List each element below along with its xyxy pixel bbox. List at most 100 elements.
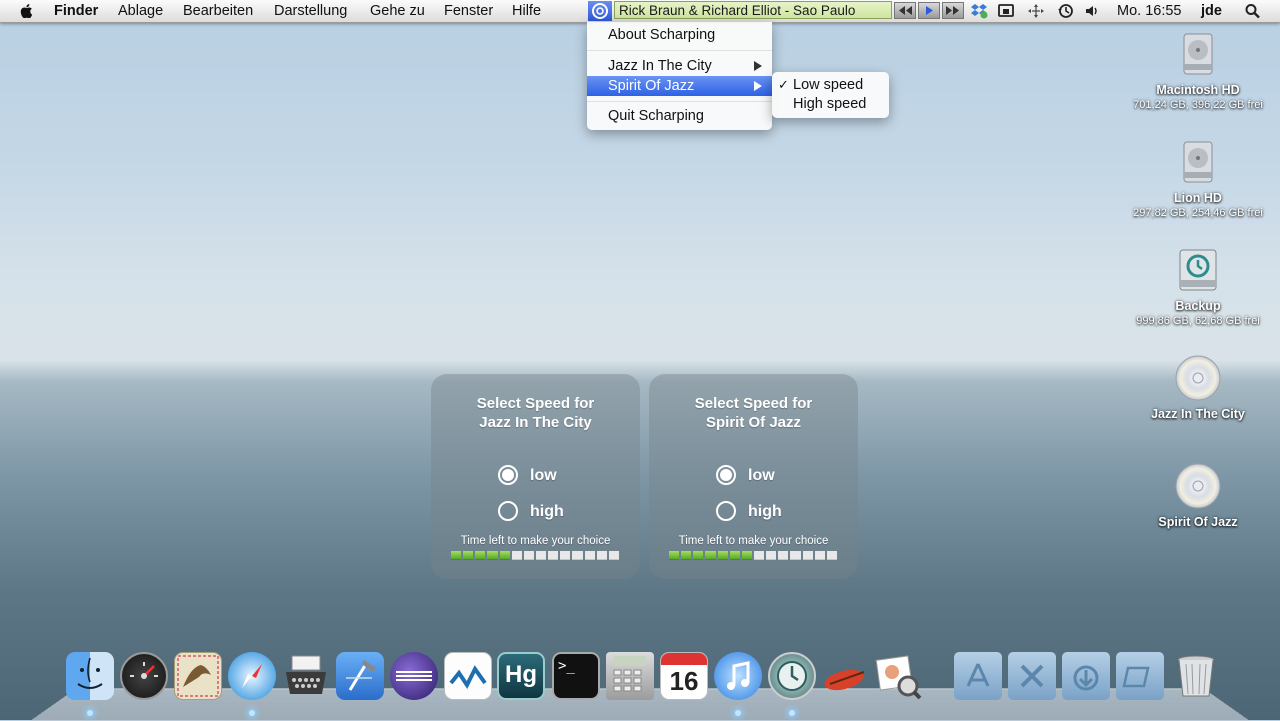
panel-title-line1: Select Speed for [695,395,813,412]
display-mirror-icon[interactable] [997,3,1015,19]
desktop-icon-info: 999,86 GB, 62,68 GB frei [1118,314,1278,328]
spotlight-search-icon[interactable] [1244,3,1262,19]
menu-item-quit-label: Quit Scharping [608,108,704,124]
menu-bearbeiten[interactable]: Bearbeiten [183,3,253,19]
dock-utilities-folder-icon[interactable] [1008,652,1056,700]
desktop-icon-spirit-of-jazz-cd[interactable]: Spirit Of Jazz [1118,462,1278,530]
radio-low[interactable] [498,465,518,485]
panel-title: Select Speed for Jazz In The City [431,394,640,432]
dock-xcode-icon[interactable] [336,652,384,700]
progress-segment [451,551,461,560]
menu-item-about-label: About Scharping [608,27,715,43]
dock-applications-folder-icon[interactable] [954,652,1002,700]
desktop-icon-label: Macintosh HD [1118,83,1278,98]
play-button[interactable] [918,2,940,19]
dock-time-machine-icon[interactable] [768,652,816,700]
play-icon [921,5,937,16]
panel-title: Select Speed for Spirit Of Jazz [649,394,858,432]
now-playing-title: Rick Braun & Richard Elliot - Sao Paulo [614,1,892,19]
menu-item-about[interactable]: About Scharping [587,25,772,45]
dock-guitar-icon[interactable] [820,652,868,700]
forward-button[interactable] [942,2,964,19]
submenu-arrow-icon [754,81,762,91]
menu-ablage[interactable]: Ablage [118,3,163,19]
panel-title-line2: Spirit Of Jazz [706,414,801,431]
dock-calculator-icon[interactable] [606,652,654,700]
progress-segment [693,551,703,560]
now-playing-widget[interactable]: Rick Braun & Richard Elliot - Sao Paulo [588,1,894,21]
radio-high-label[interactable]: high [530,503,564,521]
submenu-arrow-icon [754,61,762,71]
scharping-menu: About Scharping Jazz In The City Spirit … [587,22,772,130]
dock-typewriter-icon[interactable] [282,652,330,700]
checkmark-icon: ✓ [778,75,789,95]
dock-running-indicator [249,710,255,716]
radio-low[interactable] [716,465,736,485]
progress-segment [778,551,788,560]
dock-terminal-icon[interactable]: >_ [552,652,600,700]
time-machine-menu-icon[interactable] [1057,3,1075,19]
menu-gehe-zu[interactable]: Gehe zu [370,3,425,19]
dropbox-icon[interactable] [970,3,988,19]
dock-running-indicator [789,710,795,716]
radio-low-label[interactable]: low [748,467,775,485]
progress-segment [524,551,534,560]
radio-high[interactable] [498,501,518,521]
dock-mercurial-icon[interactable]: Hg [497,652,545,700]
progress-segment [742,551,752,560]
menu-darstellung[interactable]: Darstellung [274,3,347,19]
desktop-icon-backup[interactable]: Backup 999,86 GB, 62,68 GB frei [1118,246,1278,328]
dock-itunes-icon[interactable] [714,652,762,700]
dock-trash-icon[interactable] [1172,652,1220,700]
dock-vectorworks-icon[interactable] [444,652,492,700]
menu-fenster[interactable]: Fenster [444,3,493,19]
menu-item-jazz-in-the-city[interactable]: Jazz In The City [587,56,772,76]
move-arrows-icon[interactable] [1027,3,1045,19]
cd-icon [1174,354,1222,402]
apple-icon[interactable] [20,4,35,18]
dock-safari-icon[interactable] [228,652,276,700]
desktop-icon-label: Jazz In The City [1118,407,1278,422]
menubar-user[interactable]: jde [1201,3,1222,19]
desktop-icon-label: Spirit Of Jazz [1118,515,1278,530]
progress-segment [790,551,800,560]
desktop-icon-macintosh-hd[interactable]: Macintosh HD 701,24 GB, 396,22 GB frei [1118,30,1278,112]
time-left-label: Time left to make your choice [649,535,858,547]
dock-downloads-folder-icon[interactable] [1062,652,1110,700]
radio-high-label[interactable]: high [748,503,782,521]
forward-icon [945,5,961,16]
dock-documents-folder-icon[interactable] [1116,652,1164,700]
desktop-icon-jazz-in-the-city-cd[interactable]: Jazz In The City [1118,354,1278,422]
progress-segment [548,551,558,560]
radio-high[interactable] [716,501,736,521]
calendar-header [661,653,707,665]
menu-item-quit[interactable]: Quit Scharping [587,106,772,126]
time-left-label: Time left to make your choice [431,535,640,547]
progress-segment [669,551,679,560]
dock-running-indicator [87,710,93,716]
menu-item-spirit-of-jazz[interactable]: Spirit Of Jazz [587,76,772,96]
dock-preview-icon[interactable] [874,652,922,700]
speed-panel-spirit-of-jazz: Select Speed for Spirit Of Jazz low high … [649,374,858,579]
dock-finder-icon[interactable] [66,652,114,700]
dock-dashboard-icon[interactable] [120,652,168,700]
progress-segment [718,551,728,560]
menubar-clock[interactable]: Mo. 16:55 [1117,3,1182,19]
scharping-icon[interactable] [588,1,612,21]
desktop-icon-lion-hd[interactable]: Lion HD 297,82 GB, 254,46 GB frei [1118,138,1278,220]
dock-ical-icon[interactable]: 16 [660,652,708,700]
desktop-icon-info: 701,24 GB, 396,22 GB frei [1118,98,1278,112]
dock-mail-icon[interactable] [174,652,222,700]
menu-finder[interactable]: Finder [54,3,98,19]
rewind-button[interactable] [894,2,916,19]
volume-icon[interactable] [1084,3,1102,19]
progress-segment [730,551,740,560]
menu-hilfe[interactable]: Hilfe [512,3,541,19]
mercurial-icon-label: Hg [505,661,537,688]
submenu-item-high-speed[interactable]: High speed [772,94,889,114]
submenu-item-low-speed[interactable]: ✓ Low speed [772,75,889,95]
dock-eclipse-icon[interactable] [390,652,438,700]
radio-low-label[interactable]: low [530,467,557,485]
progress-segment [803,551,813,560]
progress-segment [463,551,473,560]
